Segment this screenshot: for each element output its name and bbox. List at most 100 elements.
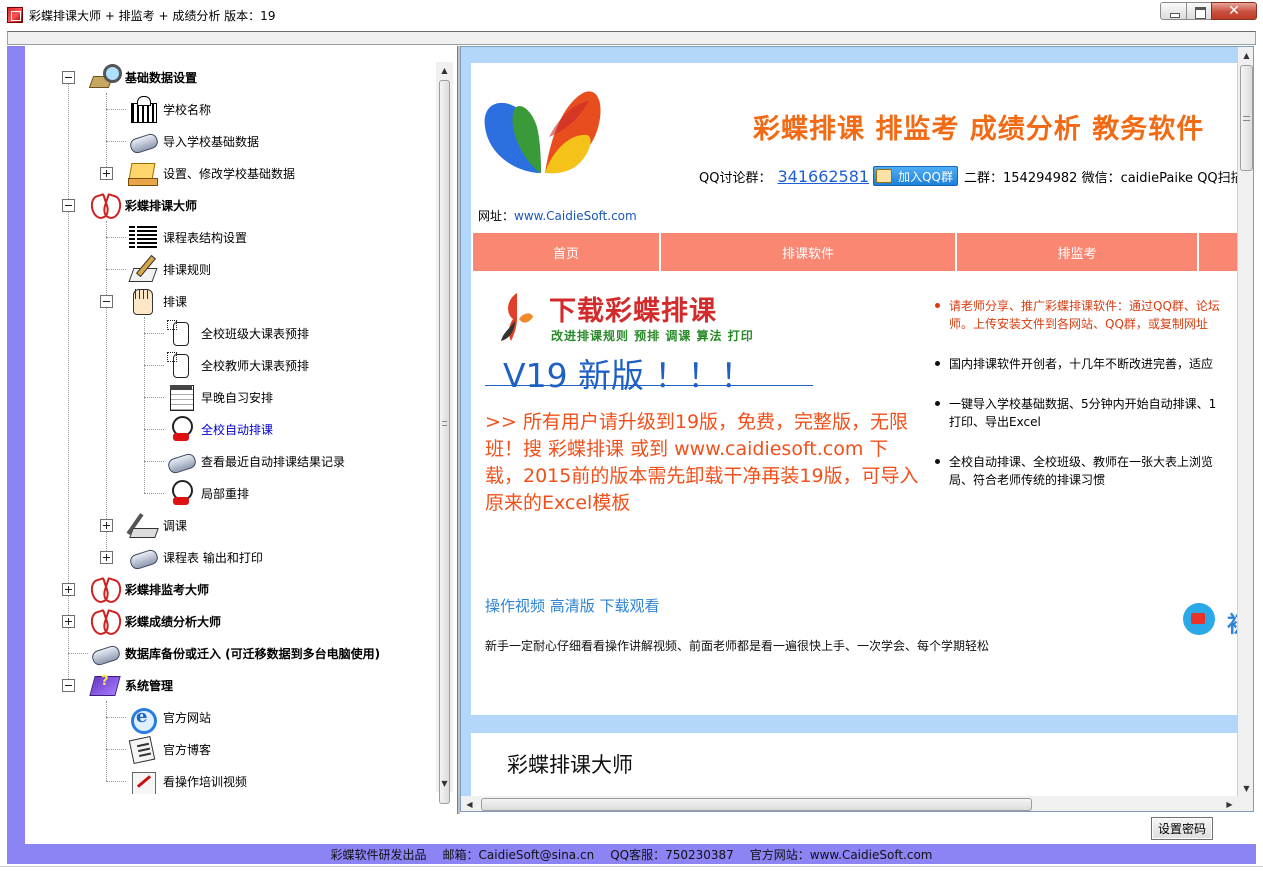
section-title: 彩蝶排课大师 [507, 753, 633, 777]
tree-item-grades[interactable]: 彩蝶成绩分析大师 [89, 606, 221, 636]
tree-item-training-video[interactable]: 看操作培训视频 [127, 766, 247, 794]
collapse-toggle-scheduler[interactable] [62, 199, 75, 212]
grip-icon [442, 421, 447, 426]
scroll-up-icon[interactable]: ▲ [436, 62, 453, 79]
video-camera-icon[interactable] [1183, 603, 1215, 635]
tree-item-school-name[interactable]: 学校名称 [127, 94, 211, 124]
tree-item-scheduler[interactable]: 彩蝶排课大师 [89, 190, 197, 220]
list-item-line: 打印、导出Excel [949, 415, 1041, 429]
window-bottom-edge [0, 866, 1263, 874]
tree-scroll-thumb[interactable] [439, 80, 450, 804]
tree-item-timetable-structure[interactable]: 课程表结构设置 [127, 222, 247, 252]
tree-item-self-study[interactable]: 早晚自习安排 [165, 382, 273, 412]
tree-item-output-print[interactable]: 课程表 输出和打印 [127, 542, 263, 572]
nav-exam-scheduling[interactable]: 排监考 [957, 233, 1199, 271]
nav-scheduling-software[interactable]: 排课软件 [661, 233, 957, 271]
tree-scrollbar[interactable]: ▲ ▼ [436, 62, 453, 804]
scroll-right-icon[interactable]: ▶ [1221, 796, 1238, 811]
website-link[interactable]: www.CaidieSoft.com [514, 209, 637, 223]
tree-item-recent-results[interactable]: 查看最近自动排课结果记录 [165, 446, 345, 476]
upgrade-notice: >> 所有用户请升级到19版，免费，完整版，无限班！搜 彩蝶排课 或到 www.… [485, 411, 919, 514]
minimize-button[interactable] [1160, 2, 1187, 20]
scrollbar-corner [1238, 796, 1253, 811]
browser-vscroll-thumb[interactable] [1240, 65, 1253, 171]
grid-icon [127, 222, 159, 252]
qq-group-link[interactable]: 341662581 [777, 167, 869, 186]
grip-icon [1243, 116, 1250, 121]
tree-connector [106, 701, 107, 781]
download-subtitle: 改进排课规则 预排 调课 算法 打印 [551, 329, 754, 343]
tree-item-system[interactable]: 系统管理 [89, 670, 173, 700]
tree-item-modify-data[interactable]: 设置、修改学校基础数据 [127, 158, 295, 188]
clock-icon [165, 478, 197, 508]
tree-item-official-blog[interactable]: 官方博客 [127, 734, 211, 764]
scroll-down-icon[interactable]: ▼ [1238, 780, 1253, 797]
tree-item-label: 导入学校基础数据 [163, 134, 260, 149]
expand-toggle-modify-data[interactable] [100, 167, 113, 180]
join-qq-group-button[interactable]: 加入QQ群 [873, 166, 958, 186]
tree-item-label: 官方网站 [163, 710, 212, 725]
web-page: 彩蝶排课 排监考 成绩分析 教务软件 QQ讨论群： 341662581 加入QQ… [471, 63, 1237, 715]
tree-item-label: 排课规则 [163, 262, 212, 277]
expand-toggle-output[interactable] [100, 551, 113, 564]
set-password-button[interactable]: 设置密码 [1151, 817, 1213, 840]
download-title[interactable]: 下载彩蝶排课 [549, 289, 717, 328]
list-item-line: 请老师分享、推广彩蝶排课软件：通过QQ群、论坛 [949, 299, 1220, 313]
tree-item-rules[interactable]: 排课规则 [127, 254, 211, 284]
tree-connector [144, 333, 164, 334]
tree-connector [106, 717, 126, 718]
tree-item-label: 看操作培训视频 [163, 774, 248, 789]
tree-connector [68, 83, 69, 691]
tree-connector [106, 109, 126, 110]
tree-item-label: 全校自动排课 [201, 422, 274, 437]
browser-horizontal-scrollbar[interactable]: ◀ ▶ [461, 796, 1238, 811]
join-qq-group-label: 加入QQ群 [898, 169, 953, 184]
tap-icon [165, 318, 197, 348]
tree-item-partial-reschedule[interactable]: 局部重排 [165, 478, 249, 508]
tree-connector [106, 269, 126, 270]
tree-item-auto-schedule[interactable]: 全校自动排课 [165, 414, 273, 444]
tree-item-backup[interactable]: 数据库备份或迁入 (可迁移数据到多台电脑使用) [89, 638, 380, 668]
tree-item-scheduling[interactable]: 排课 [127, 286, 187, 316]
book-icon [89, 670, 121, 700]
tree-connector [144, 429, 164, 430]
list-item-line: 国内排课软件开创者，十几年不断改进完善，适应 [949, 357, 1214, 371]
collapse-toggle-basic-data[interactable] [62, 71, 75, 84]
list-item-line: 全校自动排课、全校班级、教师在一张大表上浏览 [949, 455, 1214, 469]
tree-item-adjust[interactable]: 调课 [127, 510, 187, 540]
collapse-toggle-scheduling[interactable] [100, 295, 113, 308]
video-download-link[interactable]: 操作视频 高清版 下载观看 [485, 595, 660, 616]
browser-hscroll-thumb[interactable] [481, 798, 1032, 811]
download-butterfly-icon [501, 293, 533, 341]
tree-item-teacher-prearrange[interactable]: 全校教师大课表预排 [165, 350, 309, 380]
tree-item-label: 学校名称 [163, 102, 212, 117]
browser-vertical-scrollbar[interactable]: ▲ ▼ [1238, 47, 1253, 797]
expand-toggle-adjust[interactable] [100, 519, 113, 532]
tree-item-label: 设置、修改学校基础数据 [163, 166, 296, 181]
qq-group-line: QQ讨论群： 341662581 加入QQ群 二群：154294982 微信：c… [699, 163, 1237, 189]
nav-home[interactable]: 首页 [473, 233, 661, 271]
list-item-line: 师。上传安装文件到各网站、QQ群，或复制网址 [949, 317, 1208, 331]
expand-toggle-grades[interactable] [62, 615, 75, 628]
tree-item-basic-data[interactable]: 基础数据设置 [89, 62, 197, 92]
tree-item-official-site[interactable]: 官方网站 [127, 702, 212, 734]
scroll-left-icon[interactable]: ◀ [461, 796, 478, 811]
tree-connector [106, 141, 126, 142]
close-button[interactable]: ✕ [1211, 2, 1257, 20]
nav-more[interactable] [1199, 233, 1237, 271]
maximize-button[interactable] [1186, 2, 1212, 20]
tree-item-label: 早晚自习安排 [201, 390, 274, 405]
tree-item-class-prearrange[interactable]: 全校班级大课表预排 [165, 318, 309, 348]
clock-icon [165, 414, 197, 444]
expand-toggle-exam[interactable] [62, 583, 75, 596]
scroll-icon [165, 446, 197, 476]
tree-item-label: 全校班级大课表预排 [201, 326, 310, 341]
scroll-down-icon[interactable]: ▼ [436, 775, 453, 792]
scroll-up-icon[interactable]: ▲ [1238, 47, 1253, 64]
tree-item-exam[interactable]: 彩蝶排监考大师 [89, 574, 209, 604]
scroll-icon [127, 542, 159, 572]
tree-item-label: 课程表 输出和打印 [163, 550, 263, 565]
collapse-toggle-system[interactable] [62, 679, 75, 692]
v19-link[interactable]: V19 新版 ！！！ [503, 349, 754, 397]
tree-item-import-data[interactable]: 导入学校基础数据 [127, 126, 259, 156]
